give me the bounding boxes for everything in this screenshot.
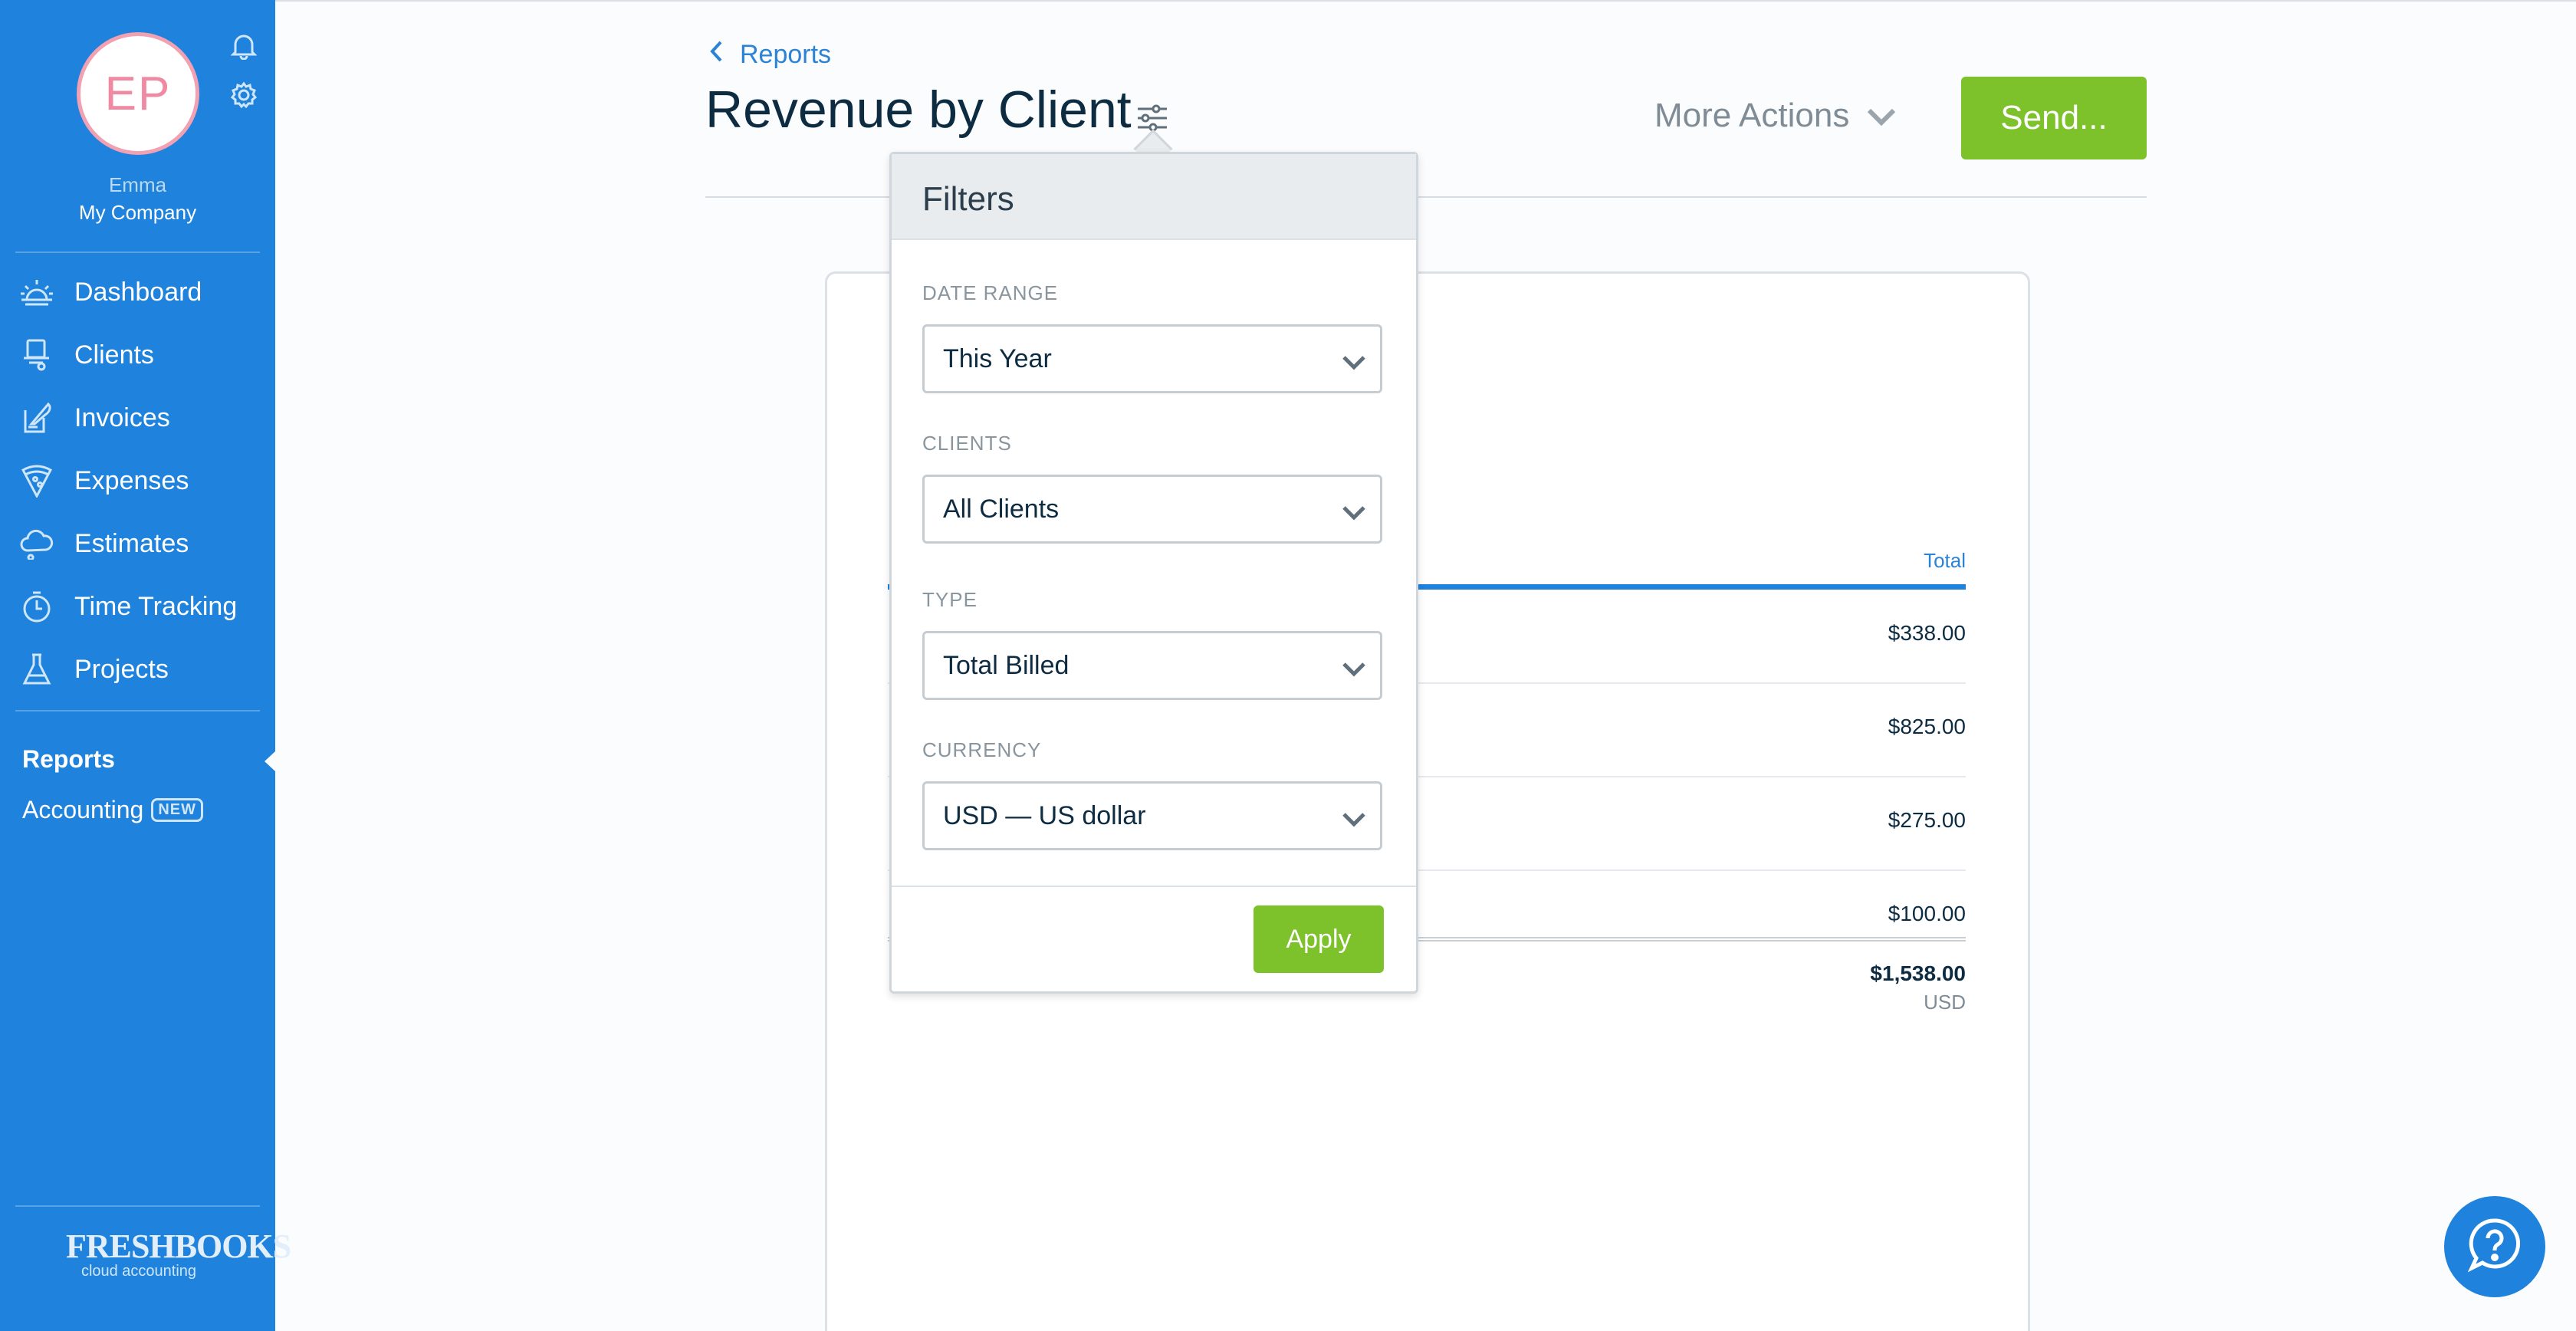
chevron-down-icon [1342, 348, 1366, 378]
new-badge: NEW [151, 798, 203, 822]
sidebar-item-label: Projects [74, 654, 169, 684]
sidebar-item-label: Invoices [74, 403, 170, 432]
back-to-reports-link[interactable]: Reports [709, 40, 831, 70]
type-label: TYPE [922, 588, 978, 611]
table-row-total: $338.00 [1888, 621, 1966, 645]
gear-icon[interactable] [227, 78, 261, 112]
more-actions-dropdown[interactable]: More Actions [1654, 97, 1897, 135]
type-select[interactable]: Total Billed [922, 631, 1382, 700]
sidebar-item-label: Accounting [22, 796, 144, 823]
table-row-total: $825.00 [1888, 715, 1966, 738]
sidebar-item-label: Clients [74, 340, 154, 370]
table-row-total: $275.00 [1888, 808, 1966, 832]
main-nav: Dashboard Clients Invoices Expenses Esti… [0, 261, 275, 701]
date-range-select[interactable]: This Year [922, 324, 1382, 393]
top-border [275, 0, 2576, 2]
user-name: Emma [108, 173, 167, 196]
column-header-total[interactable]: Total [1917, 549, 1966, 573]
chevron-down-icon [1342, 498, 1366, 528]
sidebar: EP Emma My Company Dashboard Clients Inv… [0, 0, 291, 1331]
help-question-icon [2466, 1216, 2524, 1278]
company-name[interactable]: My Company [0, 201, 275, 225]
stopwatch-icon [18, 588, 55, 625]
sidebar-item-dashboard[interactable]: Dashboard [0, 261, 275, 324]
logo-wordmark: FRESHBOOKS [66, 1227, 291, 1265]
currency-value: USD — US dollar [943, 800, 1146, 830]
total-currency: USD [1924, 991, 1966, 1014]
cloud-icon [18, 525, 55, 562]
sidebar-item-expenses[interactable]: Expenses [0, 449, 275, 512]
clients-select[interactable]: All Clients [922, 475, 1382, 544]
sidebar-item-label: Time Tracking [74, 591, 238, 621]
sidebar-item-accounting[interactable]: Accounting NEW [22, 796, 203, 824]
popover-title: Filters [922, 180, 1014, 218]
grand-total: $1,538.00 [1870, 961, 1966, 985]
logo-tagline: cloud accounting [80, 1263, 197, 1280]
chevron-down-icon [1342, 805, 1366, 835]
filters-popover: Filters DATE RANGE This Year CLIENTS All… [889, 152, 1418, 994]
freshbooks-logo: FRESHBOOKS cloud accounting [66, 1227, 291, 1280]
apply-button[interactable]: Apply [1254, 905, 1384, 973]
sidebar-divider [15, 251, 260, 253]
sidebar-item-label: Estimates [74, 528, 189, 558]
sidebar-item-estimates[interactable]: Estimates [0, 512, 275, 575]
sidebar-item-invoices[interactable]: Invoices [0, 386, 275, 449]
quill-icon [18, 399, 55, 436]
date-range-value: This Year [943, 343, 1052, 373]
popover-footer-divider [892, 886, 1416, 887]
chevron-down-icon [1342, 655, 1366, 685]
table-row-total: $100.00 [1888, 902, 1966, 925]
send-button[interactable]: Send... [1961, 77, 2147, 159]
sidebar-item-projects[interactable]: Projects [0, 638, 275, 701]
more-actions-label: More Actions [1654, 97, 1850, 134]
sidebar-item-clients[interactable]: Clients [0, 324, 275, 386]
chevron-left-icon [709, 40, 723, 70]
sidebar-divider [15, 710, 260, 712]
sidebar-item-time-tracking[interactable]: Time Tracking [0, 575, 275, 638]
currency-select[interactable]: USD — US dollar [922, 781, 1382, 850]
currency-label: CURRENCY [922, 738, 1042, 761]
popover-header: Filters [892, 154, 1416, 240]
pizza-icon [18, 462, 55, 499]
sidebar-divider [15, 1205, 260, 1207]
type-value: Total Billed [943, 650, 1070, 680]
clients-label: CLIENTS [922, 432, 1012, 455]
clients-value: All Clients [943, 494, 1060, 524]
sidebar-item-label: Dashboard [74, 277, 202, 307]
sidebar-item-reports[interactable]: Reports [22, 745, 115, 774]
sunrise-icon [18, 274, 55, 311]
help-button[interactable] [2444, 1196, 2545, 1297]
flask-icon [18, 651, 55, 688]
bell-icon[interactable] [227, 29, 261, 63]
avatar[interactable]: EP [77, 32, 199, 155]
active-indicator [264, 751, 275, 771]
chevron-down-icon [1866, 97, 1897, 135]
page-title: Revenue by Client [705, 81, 1132, 139]
sidebar-item-label: Expenses [74, 465, 189, 495]
hat-icon [18, 337, 55, 373]
date-range-label: DATE RANGE [922, 281, 1059, 304]
back-link-label: Reports [740, 40, 832, 69]
